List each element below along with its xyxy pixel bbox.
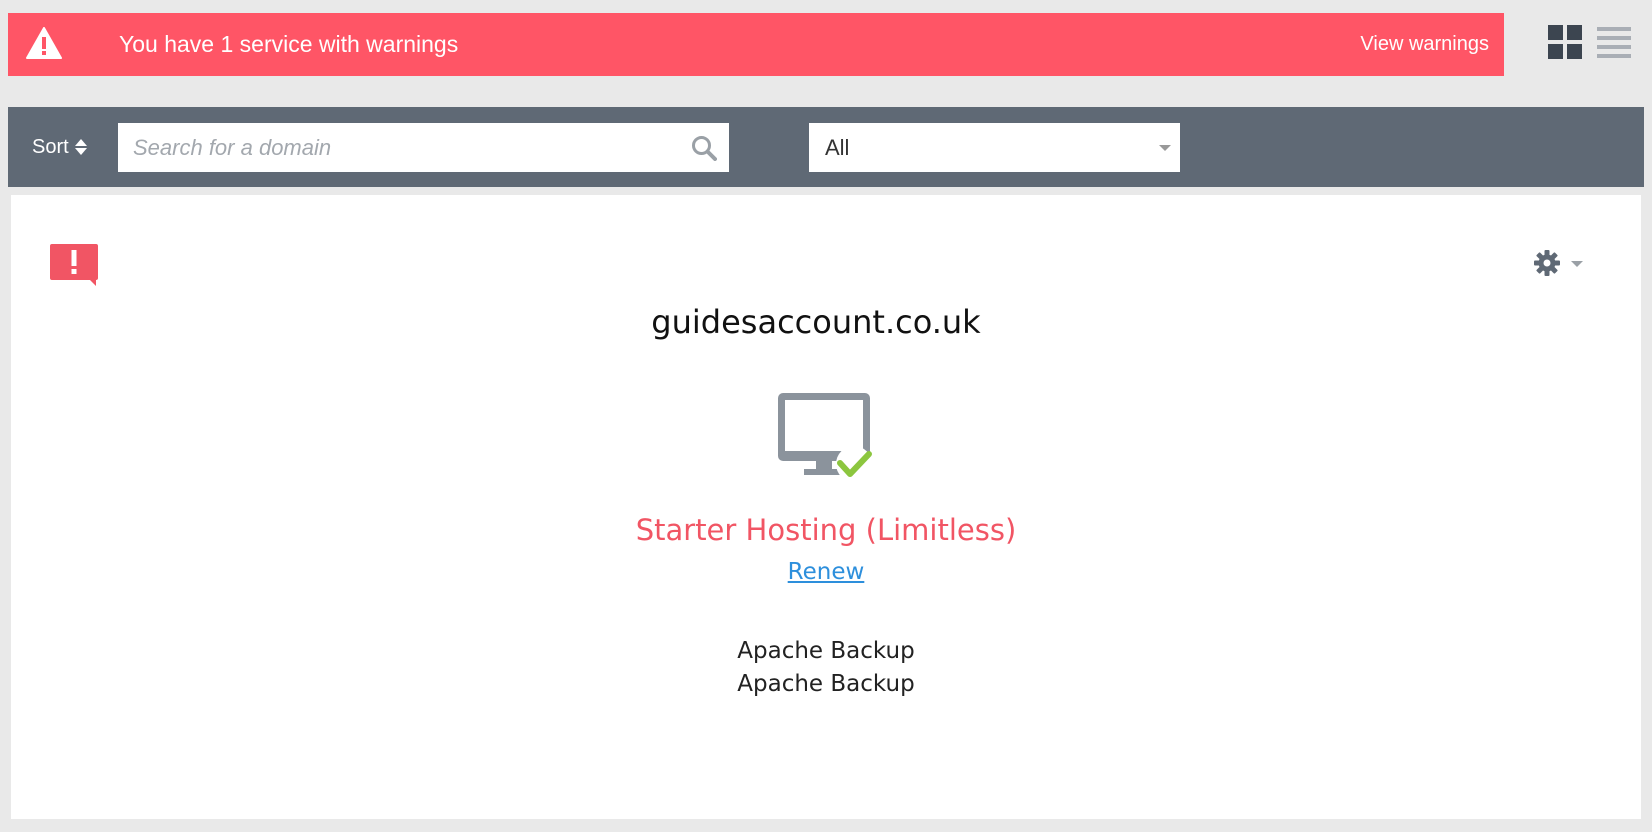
domain-search-input[interactable] — [118, 123, 678, 172]
list-view-icon[interactable] — [1597, 27, 1631, 58]
view-warnings-link[interactable]: View warnings — [1360, 13, 1489, 76]
gear-icon — [1534, 250, 1560, 276]
addon-item: Apache Backup — [737, 671, 915, 697]
chevron-down-icon — [1159, 145, 1171, 151]
monitor-check-icon — [776, 391, 886, 487]
service-card: guidesaccount.co.uk Starter Hosting (Lim… — [11, 195, 1641, 819]
alert-speech-bubble-icon — [50, 244, 100, 286]
sort-button[interactable]: Sort — [32, 107, 87, 187]
settings-menu-button[interactable] — [1533, 249, 1587, 277]
renew-link[interactable]: Renew — [11, 559, 1641, 585]
warning-message: You have 1 service with warnings — [119, 31, 459, 57]
warning-banner: You have 1 service with warnings View wa… — [8, 13, 1504, 76]
warning-triangle-icon — [26, 27, 62, 59]
filter-toolbar: Sort All — [8, 107, 1644, 187]
sort-arrows-icon — [74, 138, 87, 156]
chevron-down-icon — [1571, 261, 1583, 267]
addon-item: Apache Backup — [737, 638, 915, 664]
sort-label: Sort — [32, 136, 69, 158]
page: You have 1 service with warnings View wa… — [0, 0, 1652, 832]
service-filter-select[interactable]: All — [809, 123, 1180, 172]
search-icon[interactable] — [691, 135, 717, 161]
filter-selected-value: All — [825, 135, 850, 160]
search-box — [118, 123, 729, 172]
grid-view-icon[interactable] — [1548, 25, 1582, 59]
domain-name: guidesaccount.co.uk — [651, 303, 981, 341]
product-name: Starter Hosting (Limitless) — [635, 513, 1017, 547]
